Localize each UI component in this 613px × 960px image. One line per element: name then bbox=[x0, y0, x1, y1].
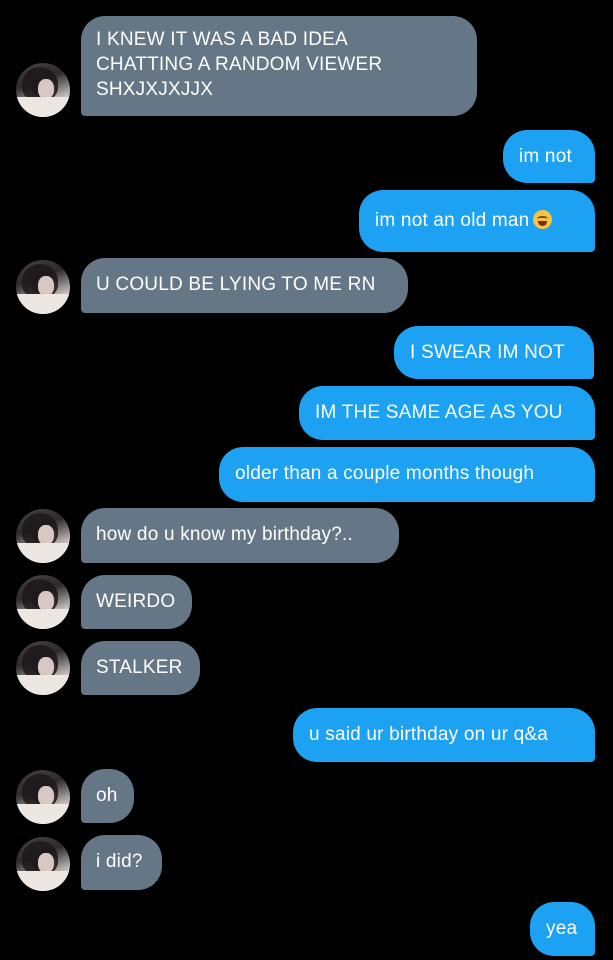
avatar[interactable] bbox=[16, 260, 70, 314]
avatar[interactable] bbox=[16, 63, 70, 117]
message-thread: I KNEW IT WAS A BAD IDEA CHATTING A RAND… bbox=[0, 0, 613, 960]
message-bubble-received[interactable]: oh bbox=[81, 769, 134, 823]
message-text: im not an old man bbox=[375, 210, 530, 231]
message-bubble-received[interactable]: i did? bbox=[81, 835, 162, 890]
message-bubble-sent[interactable]: I SWEAR IM NOT bbox=[394, 326, 594, 379]
message-bubble-received[interactable]: STALKER bbox=[81, 641, 200, 695]
message-bubble-sent[interactable]: older than a couple months though bbox=[219, 447, 595, 502]
message-bubble-sent[interactable]: im not bbox=[503, 130, 595, 183]
message-bubble-sent[interactable]: yea bbox=[530, 902, 595, 956]
avatar[interactable] bbox=[16, 575, 70, 629]
message-bubble-sent[interactable]: im not an old man bbox=[359, 190, 595, 252]
avatar[interactable] bbox=[16, 837, 70, 891]
message-bubble-received[interactable]: I KNEW IT WAS A BAD IDEA CHATTING A RAND… bbox=[81, 16, 477, 116]
avatar[interactable] bbox=[16, 509, 70, 563]
message-bubble-sent[interactable]: u said ur birthday on ur q&a bbox=[293, 708, 595, 762]
message-bubble-received[interactable]: WEIRDO bbox=[81, 575, 192, 629]
message-bubble-sent[interactable]: IM THE SAME AGE AS YOU bbox=[299, 386, 595, 440]
message-bubble-received[interactable]: how do u know my birthday?.. bbox=[81, 508, 399, 563]
avatar[interactable] bbox=[16, 770, 70, 824]
loudly-crying-face-icon bbox=[533, 210, 553, 229]
message-bubble-received[interactable]: U COULD BE LYING TO ME RN bbox=[81, 258, 408, 313]
avatar[interactable] bbox=[16, 641, 70, 695]
